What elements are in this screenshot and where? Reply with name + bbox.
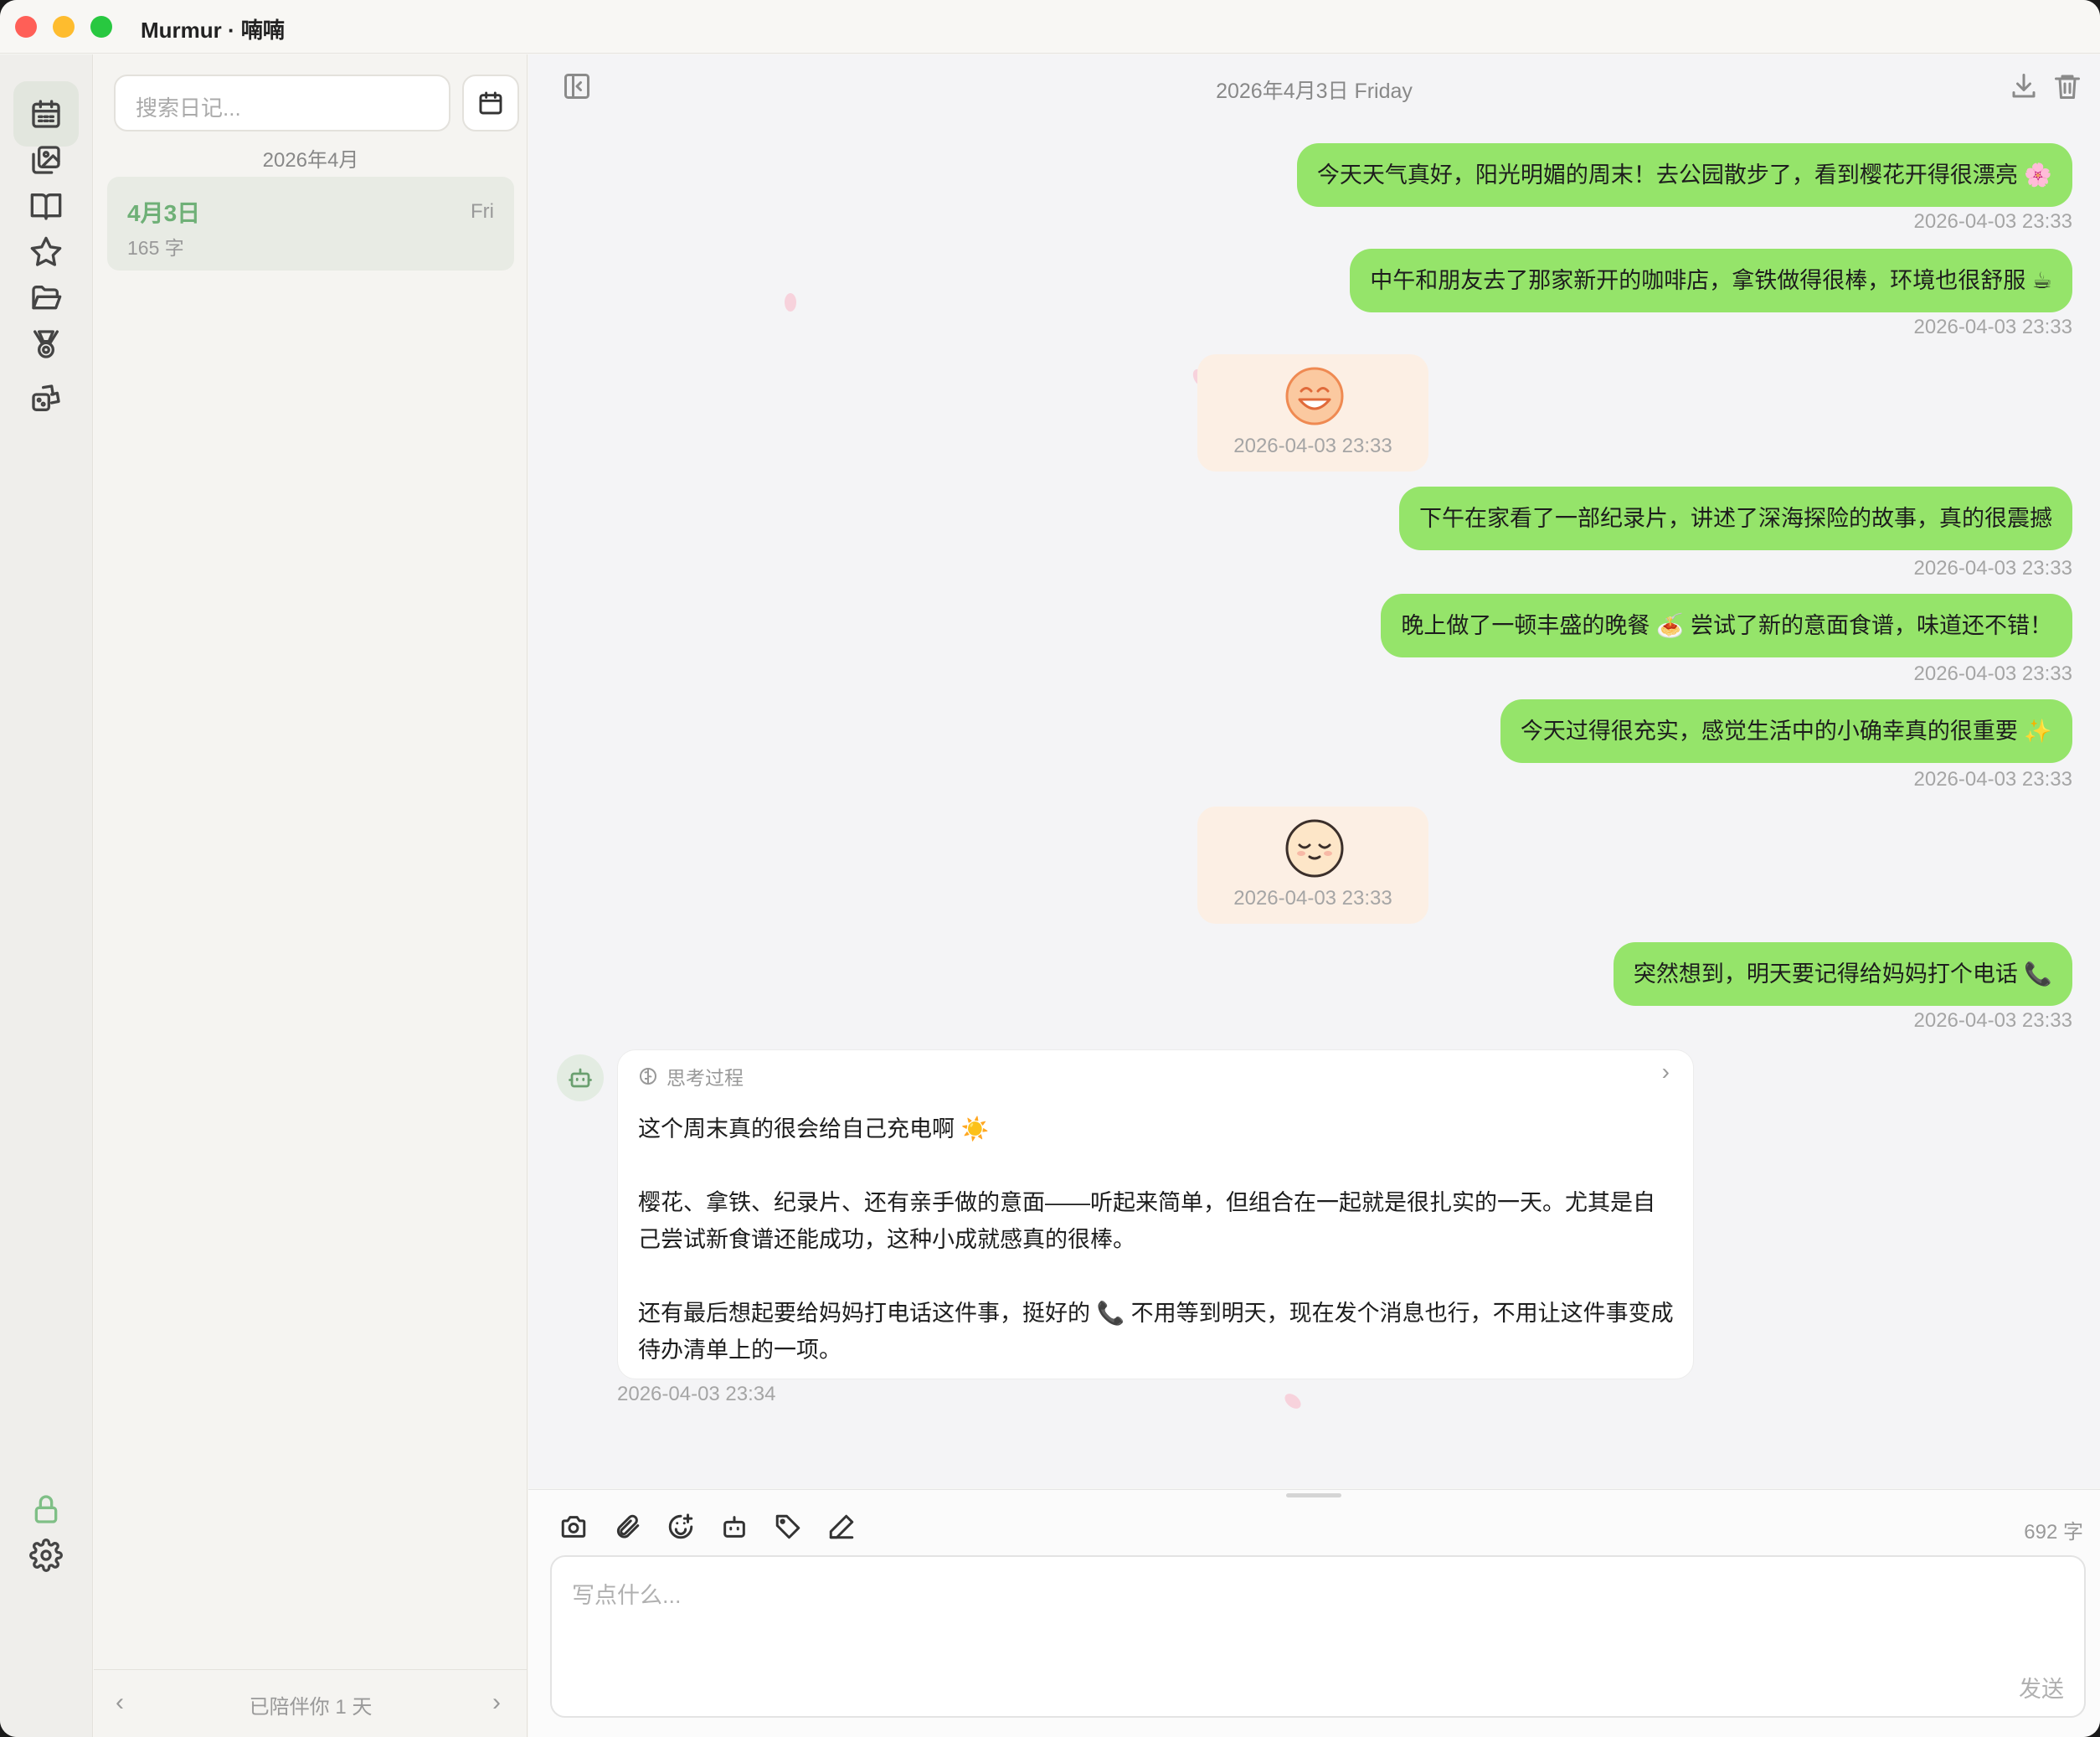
reply-paragraph: 这个周末真的很会给自己充电啊 ☀️ xyxy=(638,1116,990,1142)
star-icon xyxy=(30,236,62,266)
gear-icon xyxy=(29,1539,63,1572)
send-button[interactable]: 发送 xyxy=(2019,1671,2064,1703)
calendar-icon xyxy=(32,100,60,128)
message-bubble[interactable]: 晚上做了一顿丰盛的晚餐 🍝 尝试了新的意面食谱，味道还不错！ xyxy=(1381,594,2072,657)
emoji-icon xyxy=(668,1513,693,1539)
gallery-icon xyxy=(32,146,60,174)
sticker-message[interactable]: 2026-04-03 23:33 xyxy=(1197,354,1428,472)
minimize-window-button[interactable] xyxy=(53,16,75,38)
brain-icon xyxy=(640,1068,656,1085)
resize-handle[interactable] xyxy=(1286,1493,1341,1497)
export-button[interactable] xyxy=(2009,71,2039,101)
camera-button[interactable] xyxy=(557,1510,590,1544)
message-bubble[interactable]: 突然想到，明天要记得给妈妈打个电话 📞 xyxy=(1613,942,2072,1006)
book-icon xyxy=(30,193,62,220)
camera-icon xyxy=(561,1516,586,1538)
prev-arrow-icon[interactable]: ‹ xyxy=(116,1688,124,1717)
petal-decoration xyxy=(785,293,796,312)
entry-date: 4月3日 xyxy=(127,200,201,226)
grinning-face-icon xyxy=(1285,367,1344,425)
thinking-toggle[interactable]: 思考过程 xyxy=(638,1062,744,1090)
message-timestamp: 2026-04-03 23:33 xyxy=(1913,210,2073,233)
message-timestamp: 2026-04-03 23:33 xyxy=(1913,662,2073,685)
entry-word-count: 165 字 xyxy=(127,237,184,259)
entry-weekday: Fri xyxy=(471,200,494,223)
robot-icon xyxy=(569,1068,592,1088)
message-bubble[interactable]: 今天过得很充实，感觉生活中的小确幸真的很重要 ✨ xyxy=(1500,699,2072,763)
content-face-icon xyxy=(1285,819,1344,878)
delete-button[interactable] xyxy=(2052,71,2082,101)
thinking-label: 思考过程 xyxy=(667,1067,744,1089)
message-timestamp: 2026-04-03 23:33 xyxy=(1913,316,2073,338)
attach-button[interactable] xyxy=(610,1510,644,1544)
search-input[interactable]: 搜索日记... xyxy=(114,75,450,131)
robot-icon xyxy=(723,1516,745,1538)
month-header: 2026年4月 xyxy=(262,149,359,172)
date-picker-button[interactable] xyxy=(462,75,519,131)
reply-paragraph: 樱花、拿铁、纪录片、还有亲手做的意面——听起来简单，但组合在一起就是很扎实的一天… xyxy=(638,1190,1655,1252)
trash-icon xyxy=(2055,75,2080,99)
paperclip-icon xyxy=(616,1514,640,1539)
window-title: Murmur · 喃喃 xyxy=(141,18,285,43)
diary-list-pane: 搜索日记... 2026年4月 4月3日 Fri 165 字 已陪伴你 1 天 … xyxy=(94,54,528,1737)
calendar-icon xyxy=(479,91,502,115)
dice-icon xyxy=(32,384,60,411)
folder-icon xyxy=(32,286,62,310)
nav-random-button[interactable] xyxy=(13,366,79,431)
message-timestamp: 2026-04-03 23:33 xyxy=(1913,1009,2073,1032)
reply-paragraph: 还有最后想起要给妈妈打电话这件事，挺好的 📞 不用等到明天，现在发个消息也行，不… xyxy=(638,1301,1674,1363)
assistant-reply-card: 思考过程 › 这个周末真的很会给自己充电啊 ☀️ 樱花、拿铁、纪录片、还有亲手做… xyxy=(617,1049,1694,1379)
word-count: 692 字 xyxy=(2024,1521,2083,1544)
pen-button[interactable] xyxy=(825,1510,858,1544)
message-timestamp: 2026-04-03 23:33 xyxy=(1913,768,2073,791)
app-window: Murmur · 喃喃 搜索日记... 2026年4月 4月3日 Fri 165… xyxy=(0,0,2100,1737)
message-timestamp: 2026-04-03 23:33 xyxy=(1913,557,2073,580)
nav-rail xyxy=(0,54,93,1737)
message-bubble[interactable]: 今天天气真好，阳光明媚的周末！去公园散步了，看到樱花开得很漂亮 🌸 xyxy=(1296,143,2072,207)
lock-icon xyxy=(34,1495,58,1523)
medal-icon xyxy=(33,330,59,358)
close-window-button[interactable] xyxy=(15,16,37,38)
message-timestamp: 2026-04-03 23:33 xyxy=(1233,887,1392,910)
message-timestamp: 2026-04-03 23:33 xyxy=(1233,435,1392,457)
message-bubble[interactable]: 中午和朋友去了那家新开的咖啡店，拿铁做得很棒，环境也很舒服 ☕ xyxy=(1350,249,2072,312)
chevron-right-icon[interactable]: › xyxy=(1662,1059,1670,1085)
diary-entry-item[interactable]: 4月3日 Fri 165 字 xyxy=(107,177,514,271)
composer: 692 字 写点什么... 发送 xyxy=(528,1489,2100,1737)
tag-button[interactable] xyxy=(771,1510,805,1544)
assistant-reply-text: 这个周末真的很会给自己充电啊 ☀️ 樱花、拿铁、纪录片、还有亲手做的意面——听起… xyxy=(638,1111,1676,1368)
list-footer: 已陪伴你 1 天 ‹ › xyxy=(94,1669,528,1737)
tag-icon xyxy=(775,1514,800,1539)
chat-date-title: 2026年4月3日 Friday xyxy=(1216,80,1413,103)
emoji-button[interactable] xyxy=(664,1510,697,1544)
companion-days-text: 已陪伴你 1 天 xyxy=(249,1696,373,1719)
chat-pane: 2026年4月3日 Friday 今天天气真好，阳光明媚的周末！去公园散步了，看… xyxy=(528,54,2100,1488)
settings-button[interactable] xyxy=(13,1523,79,1588)
next-arrow-icon[interactable]: › xyxy=(492,1688,501,1717)
download-icon xyxy=(2012,74,2036,98)
zoom-window-button[interactable] xyxy=(90,16,112,38)
message-bubble[interactable]: 下午在家看了一部纪录片，讲述了深海探险的故事，真的很震撼 xyxy=(1399,487,2072,550)
ai-assistant-button[interactable] xyxy=(718,1510,751,1544)
pen-icon xyxy=(829,1514,854,1539)
sticker-message[interactable]: 2026-04-03 23:33 xyxy=(1197,807,1428,924)
input-placeholder: 写点什么... xyxy=(572,1583,682,1608)
petal-decoration xyxy=(1282,1390,1304,1412)
assistant-avatar xyxy=(557,1054,604,1101)
title-bar: Murmur · 喃喃 xyxy=(0,0,2100,54)
message-input[interactable]: 写点什么... 发送 xyxy=(550,1555,2086,1718)
assistant-timestamp: 2026-04-03 23:34 xyxy=(617,1383,776,1405)
